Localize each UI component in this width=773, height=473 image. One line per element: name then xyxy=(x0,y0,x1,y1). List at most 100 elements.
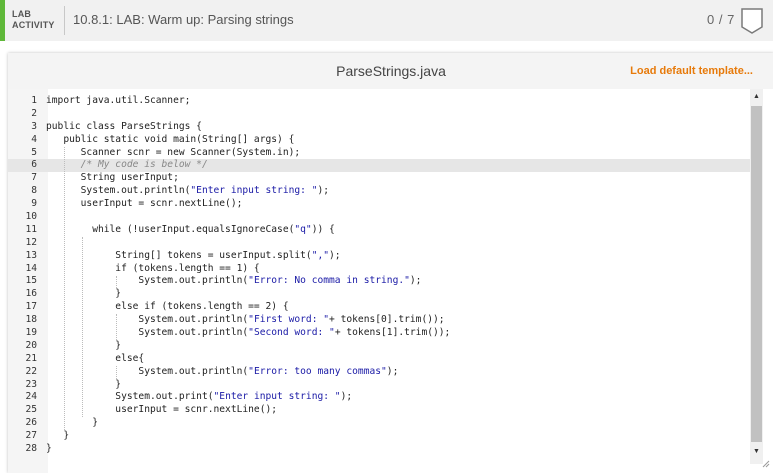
code-text[interactable]: } xyxy=(46,340,121,353)
code-line[interactable]: 7 String userInput; xyxy=(8,172,750,185)
code-line[interactable]: 16 } xyxy=(8,288,750,301)
code-line[interactable]: 21 else{ xyxy=(8,353,750,366)
code-string: "Enter input string: " xyxy=(190,185,318,197)
code-text[interactable]: userInput = scnr.nextLine(); xyxy=(46,404,277,417)
code-line[interactable]: 26 } xyxy=(8,417,750,430)
indent-guide xyxy=(116,275,118,289)
code-token: )) { xyxy=(311,223,335,235)
code-text[interactable]: System.out.print("Enter input string: ")… xyxy=(46,391,352,404)
code-token: + tokens[0].trim()); xyxy=(329,314,445,326)
code-string: "First word: " xyxy=(248,314,330,326)
line-number: 8 xyxy=(31,185,37,197)
line-number: 7 xyxy=(31,172,37,184)
code-text[interactable]: /* My code is below */ xyxy=(46,159,208,172)
line-number: 3 xyxy=(31,120,37,132)
line-number: 1 xyxy=(31,95,37,106)
code-line[interactable]: 5 Scanner scnr = new Scanner(System.in); xyxy=(8,147,750,160)
scrollbar-thumb[interactable] xyxy=(751,106,762,442)
line-number: 19 xyxy=(25,327,37,339)
code-line[interactable]: 25 userInput = scnr.nextLine(); xyxy=(8,404,750,417)
code-line[interactable]: 6 /* My code is below */ xyxy=(8,159,750,173)
code-text[interactable]: System.out.println("First word: "+ token… xyxy=(46,314,445,327)
code-token: System.out.print( xyxy=(46,391,214,403)
code-token: System.out.println( xyxy=(46,185,191,197)
code-token: userInput = scnr.nextLine(); xyxy=(46,404,278,416)
code-line[interactable]: 27 } xyxy=(8,430,750,443)
code-line[interactable]: 23 } xyxy=(8,379,750,392)
code-token: userInput = scnr.nextLine(); xyxy=(46,198,243,210)
code-text[interactable]: public class ParseStrings { xyxy=(46,121,202,134)
resize-grip-icon[interactable] xyxy=(762,460,770,468)
code-line[interactable]: 13 String[] tokens = userInput.split(","… xyxy=(8,250,750,263)
line-number: 4 xyxy=(31,133,37,145)
code-token: } xyxy=(46,339,122,351)
code-line[interactable]: 19 System.out.println("Second word: "+ t… xyxy=(8,327,750,340)
indent-guide xyxy=(81,236,83,418)
scroll-down-icon[interactable]: ▼ xyxy=(750,447,763,456)
code-text[interactable]: System.out.println("Second word: "+ toke… xyxy=(46,327,450,340)
code-lines[interactable]: 1 import java.util.Scanner; 2 3 public class… xyxy=(8,95,750,456)
code-line[interactable]: 10 xyxy=(8,211,750,224)
line-number: 22 xyxy=(25,365,37,377)
code-line[interactable]: 15 System.out.println("Error: No comma i… xyxy=(8,275,750,288)
line-number: 28 xyxy=(25,443,37,455)
code-text[interactable]: while (!userInput.equalsIgnoreCase("q"))… xyxy=(46,224,335,237)
indent-guide xyxy=(116,365,118,379)
activity-header: LAB ACTIVITY 10.8.1: LAB: Warm up: Parsi… xyxy=(0,0,773,41)
code-token: ); xyxy=(329,249,341,261)
code-text[interactable]: } xyxy=(46,288,121,301)
code-text[interactable]: import java.util.Scanner; xyxy=(46,95,190,108)
scroll-up-icon[interactable]: ▲ xyxy=(750,92,763,101)
code-line[interactable]: 22 System.out.println("Error: too many c… xyxy=(8,366,750,379)
code-line[interactable]: 8 System.out.println("Enter input string… xyxy=(8,185,750,198)
code-token: System.out.println( xyxy=(46,314,249,326)
code-string: "Error: too many commas" xyxy=(248,365,387,377)
code-text[interactable]: System.out.println("Error: too many comm… xyxy=(46,366,398,379)
code-text[interactable]: } xyxy=(46,430,69,443)
line-number: 12 xyxy=(25,236,37,248)
code-line[interactable]: 2 xyxy=(8,108,750,121)
code-line[interactable]: 9 userInput = scnr.nextLine(); xyxy=(8,198,750,211)
code-text[interactable]: if (tokens.length == 1) { xyxy=(46,263,259,276)
code-text[interactable]: else{ xyxy=(46,353,144,366)
code-line[interactable]: 14 if (tokens.length == 1) { xyxy=(8,263,750,276)
code-editor[interactable]: 1 import java.util.Scanner; 2 3 public class… xyxy=(8,89,773,473)
line-number: 13 xyxy=(25,249,37,261)
score-text: 0 / 7 xyxy=(707,12,735,27)
code-text[interactable]: } xyxy=(46,379,121,392)
code-line[interactable]: 28} xyxy=(8,443,750,456)
code-text[interactable]: System.out.println("Error: No comma in s… xyxy=(46,275,421,288)
code-text[interactable]: System.out.println("Enter input string: … xyxy=(46,185,329,198)
indent-guide xyxy=(116,314,118,341)
code-line[interactable]: 20 } xyxy=(8,340,750,353)
code-text[interactable]: String userInput; xyxy=(46,172,179,185)
line-number: 6 xyxy=(31,159,37,171)
code-line[interactable]: 11 while (!userInput.equalsIgnoreCase("q… xyxy=(8,224,750,237)
code-string: "Error: No comma in string." xyxy=(248,275,410,287)
code-token: String userInput; xyxy=(46,172,179,184)
code-text[interactable]: } xyxy=(46,443,52,456)
code-string: "Second word: " xyxy=(248,327,335,339)
lab-activity-label-line1: LAB xyxy=(12,9,32,19)
code-line[interactable]: 18 System.out.println("First word: "+ to… xyxy=(8,314,750,327)
line-number: 14 xyxy=(25,262,37,274)
code-token: ); xyxy=(409,275,422,287)
code-text[interactable]: } xyxy=(46,417,98,430)
code-line[interactable]: 1 import java.util.Scanner; xyxy=(8,95,750,108)
code-line[interactable]: 4 public static void main(String[] args)… xyxy=(8,134,750,147)
code-line[interactable]: 24 System.out.print("Enter input string:… xyxy=(8,391,750,404)
line-number: 27 xyxy=(25,430,37,442)
code-string: "," xyxy=(311,249,330,261)
code-text[interactable]: String[] tokens = userInput.split(","); xyxy=(46,249,341,263)
line-number: 26 xyxy=(25,417,37,429)
code-text[interactable]: public static void main(String[] args) { xyxy=(46,134,294,147)
code-line[interactable]: 3 public class ParseStrings { xyxy=(8,121,750,134)
code-line[interactable]: 12 xyxy=(8,237,750,250)
code-line[interactable]: 17 else if (tokens.length == 2) { xyxy=(8,301,750,314)
line-number: 16 xyxy=(25,288,37,300)
code-token: + tokens[1].trim()); xyxy=(334,327,451,339)
code-text[interactable]: Scanner scnr = new Scanner(System.in); xyxy=(46,147,301,160)
code-text[interactable]: userInput = scnr.nextLine(); xyxy=(46,198,243,211)
load-default-template-button[interactable]: Load default template... xyxy=(630,65,753,77)
